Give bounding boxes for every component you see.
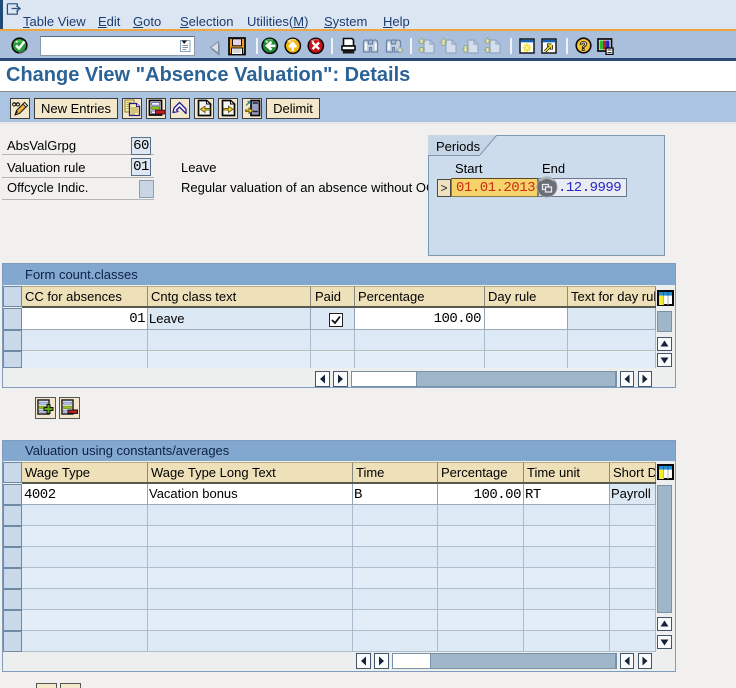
svg-text:?: ? [580,39,588,54]
